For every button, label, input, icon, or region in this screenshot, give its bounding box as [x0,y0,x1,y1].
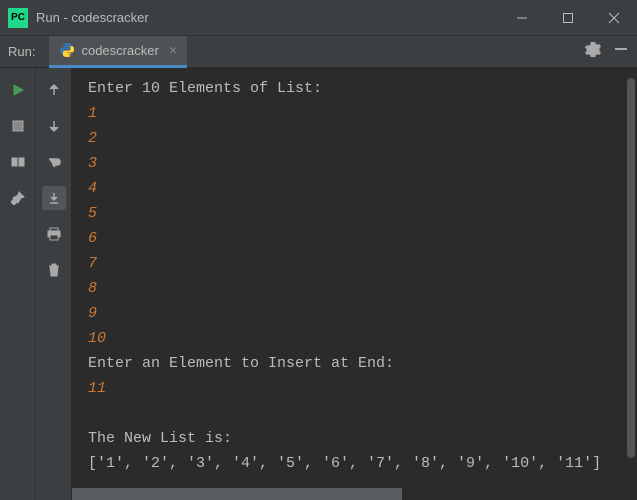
run-toolbar: Run: codescracker × [0,36,637,68]
stop-icon[interactable] [6,114,30,138]
console-line: 2 [88,126,621,151]
python-icon [59,42,75,58]
minimize-button[interactable] [499,0,545,35]
down-arrow-icon[interactable] [42,114,66,138]
right-gutter [36,68,72,500]
console-line: 1 [88,101,621,126]
pin-icon[interactable] [6,186,30,210]
run-tab[interactable]: codescracker × [49,36,187,68]
console-line: ['1', '2', '3', '4', '5', '6', '7', '8',… [88,451,621,476]
console-line: 6 [88,226,621,251]
pycharm-icon: PC [8,8,28,28]
tab-close-icon[interactable]: × [169,42,177,58]
console-line: 3 [88,151,621,176]
trash-icon[interactable] [42,258,66,282]
content-area: Enter 10 Elements of List:12345678910Ent… [0,68,637,500]
layout-icon[interactable] [6,150,30,174]
scroll-to-end-icon[interactable] [42,186,66,210]
toolbar-right [585,41,629,62]
titlebar: PC Run - codescracker [0,0,637,36]
console-line: 4 [88,176,621,201]
run-label: Run: [8,44,35,59]
gear-icon[interactable] [585,41,601,62]
console-line: 11 [88,376,621,401]
console-line: 7 [88,251,621,276]
console-line: 5 [88,201,621,226]
hide-icon[interactable] [613,41,629,62]
scrollbar-thumb[interactable] [627,78,635,458]
console-line: 8 [88,276,621,301]
window-controls [499,0,637,35]
maximize-button[interactable] [545,0,591,35]
console-line: Enter an Element to Insert at End: [88,351,621,376]
console-line: Enter 10 Elements of List: [88,76,621,101]
console-line: 9 [88,301,621,326]
console-line: 10 [88,326,621,351]
left-gutter [0,68,36,500]
console-line: The New List is: [88,426,621,451]
close-button[interactable] [591,0,637,35]
console-output[interactable]: Enter 10 Elements of List:12345678910Ent… [72,68,637,500]
horizontal-scrollbar-thumb[interactable] [72,488,402,500]
wrap-icon[interactable] [42,150,66,174]
console-line [88,401,621,426]
up-arrow-icon[interactable] [42,78,66,102]
tab-label: codescracker [81,43,158,58]
window-title: Run - codescracker [36,10,499,25]
print-icon[interactable] [42,222,66,246]
vertical-scrollbar[interactable] [625,68,637,500]
run-icon[interactable] [6,78,30,102]
